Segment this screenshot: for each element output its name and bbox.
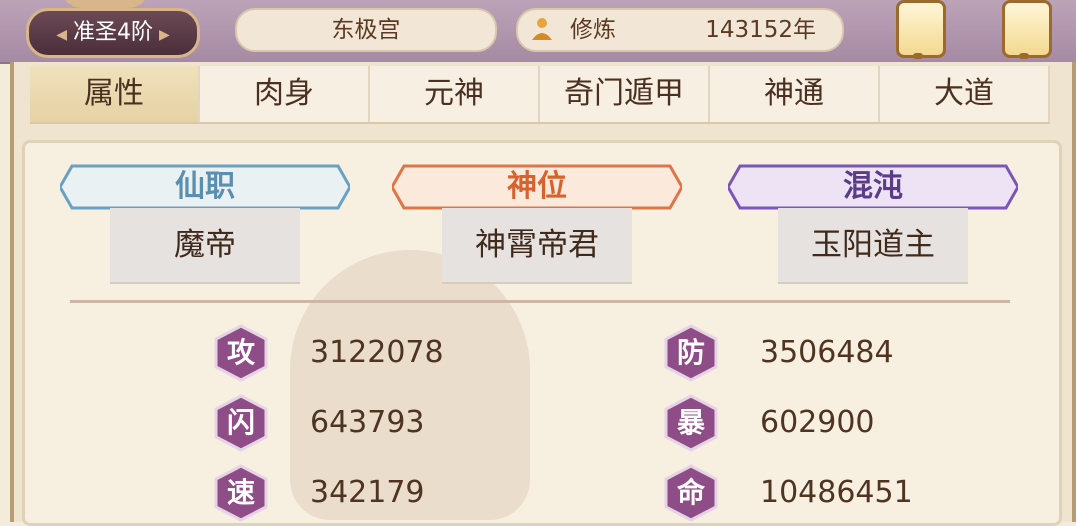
stat-value: 602900 [760, 405, 875, 440]
tab-attributes[interactable]: 属性 [30, 66, 200, 122]
lantern-icon[interactable] [1002, 0, 1052, 59]
cultivation-label: 修炼 [570, 17, 616, 43]
stat-value: 10486451 [760, 475, 913, 510]
tab-body[interactable]: 肉身 [200, 66, 370, 122]
tab-divine-power[interactable]: 神通 [710, 66, 880, 122]
stat-value: 3506484 [760, 335, 894, 370]
palace-name: 东极宫 [331, 17, 401, 43]
title-value: 玉阳道主 [778, 208, 968, 282]
divider [70, 300, 1010, 303]
stat-label: 攻 [226, 336, 255, 369]
title-label: 仙职 [175, 169, 235, 204]
rank-text: 准圣4阶 [73, 20, 153, 45]
stat-value: 342179 [310, 475, 425, 510]
tab-spirit[interactable]: 元神 [370, 66, 540, 122]
stat-value: 3122078 [310, 335, 444, 370]
title-label: 混沌 [843, 169, 903, 204]
rank-badge: ◀ 准圣4阶 ▶ [26, 8, 200, 58]
title-label: 神位 [507, 169, 567, 204]
lantern-icon[interactable] [896, 0, 946, 59]
stat-label: 命 [676, 476, 705, 509]
stat-label: 暴 [676, 406, 705, 439]
cultivation-pill: 修炼 143152年 [516, 8, 844, 52]
stat-value: 643793 [310, 405, 425, 440]
palace-pill: 东极宫 [235, 8, 497, 52]
tab-qimen[interactable]: 奇门遁甲 [540, 66, 710, 122]
title-value: 魔帝 [110, 208, 300, 282]
right-arrow-icon: ▶ [159, 27, 170, 43]
tab-dao[interactable]: 大道 [880, 66, 1050, 122]
tab-bar: 属性 肉身 元神 奇门遁甲 神通 大道 [30, 66, 1050, 124]
stat-label: 防 [676, 336, 705, 369]
stat-label: 闪 [226, 406, 255, 439]
left-arrow-icon: ◀ [56, 27, 67, 43]
stat-label: 速 [226, 476, 255, 509]
meditation-icon [532, 18, 552, 40]
title-value: 神霄帝君 [442, 208, 632, 282]
cultivation-value: 143152年 [705, 17, 816, 43]
